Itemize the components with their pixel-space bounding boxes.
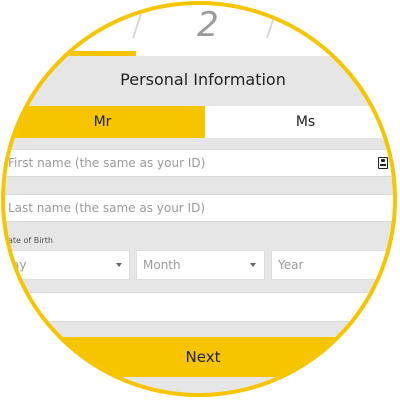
email-input[interactable] [5,293,368,321]
day-select[interactable]: ay [5,250,130,280]
gender-toggle: Mr Ms [5,106,393,138]
step-indicator: 2 [5,5,393,56]
next-button[interactable]: Next [5,337,393,377]
year-select[interactable]: Year [271,250,393,280]
month-select-value: Month [143,258,181,272]
email-field [5,292,393,322]
first-name-field [5,149,393,177]
chevron-down-icon [116,263,122,267]
chevron-down-icon [385,263,391,267]
date-of-birth-label: ate of Birth [8,236,53,245]
step-separator [132,14,142,38]
first-name-input[interactable] [5,150,368,176]
step-progress-bar [5,51,136,56]
date-of-birth-row: ay Month Year [5,250,393,280]
gender-mr-button[interactable]: Mr [5,106,205,138]
gender-ms-button[interactable]: Ms [205,106,393,138]
chevron-down-icon [250,263,256,267]
month-select[interactable]: Month [136,250,265,280]
last-name-field [5,194,393,222]
last-name-input[interactable] [5,195,368,221]
day-select-value: ay [12,258,27,272]
current-step-number: 2 [197,5,219,45]
id-card-icon[interactable] [378,157,388,169]
step-separator [266,14,276,38]
magnified-view: 2 Personal Information Mr Ms ate of Birt… [1,1,397,397]
section-title: Personal Information [120,70,286,89]
year-select-value: Year [278,258,304,272]
